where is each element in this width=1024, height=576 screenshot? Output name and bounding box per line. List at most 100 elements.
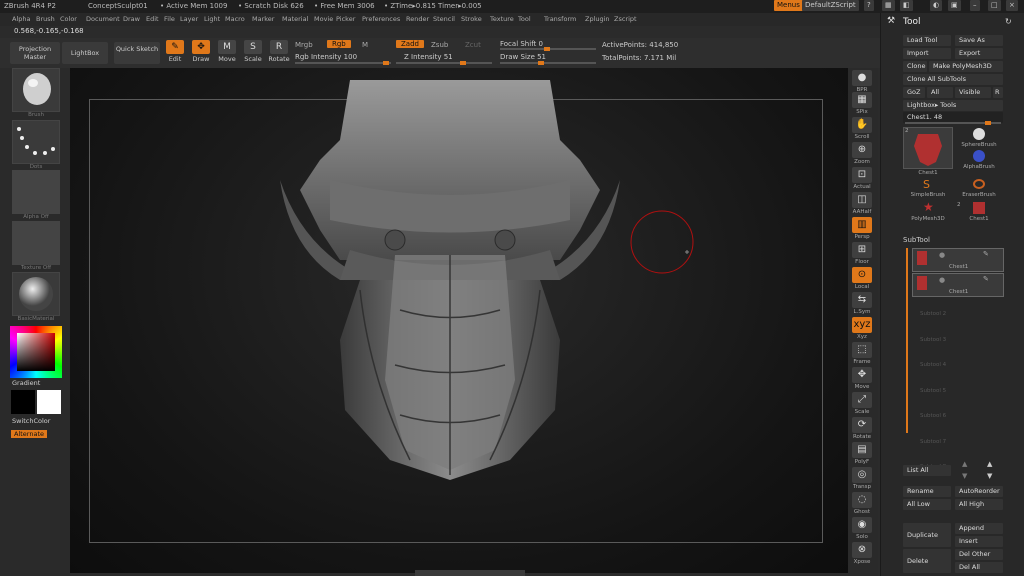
menu-brush[interactable]: Brush xyxy=(36,13,55,26)
menu-material[interactable]: Material xyxy=(282,13,308,26)
tool-simplebrush[interactable]: S SimpleBrush xyxy=(903,178,953,198)
ui-toggle-icon[interactable]: ◐ xyxy=(930,0,943,11)
gradient-button[interactable]: Gradient xyxy=(12,379,40,387)
menu-color[interactable]: Color xyxy=(60,13,77,26)
arrow-down-icon[interactable]: ▼ xyxy=(987,472,992,480)
insert-button[interactable]: Insert xyxy=(955,536,1003,547)
auto-reorder-button[interactable]: AutoReorder xyxy=(955,486,1003,497)
goz-button[interactable]: GoZ xyxy=(903,87,925,98)
quick-sketch-button[interactable]: Quick Sketch xyxy=(114,42,160,64)
eye-icon[interactable]: ● xyxy=(939,276,945,284)
shelf-move-button[interactable]: ✥ Move xyxy=(850,367,874,390)
subtool-empty-slot[interactable]: Subtool 5 xyxy=(912,375,1002,399)
zcut-button[interactable]: Zcut xyxy=(465,41,481,49)
move-button[interactable]: M Move xyxy=(216,40,238,63)
subtool-row[interactable]: ● ✎ Chest1 xyxy=(912,273,1004,297)
subtool-row[interactable]: ● ✎ Chest1 xyxy=(912,248,1004,272)
draw-button[interactable]: ✥ Draw xyxy=(190,40,212,63)
draw-size-track[interactable] xyxy=(500,61,596,65)
minimize-icon[interactable]: – xyxy=(970,0,980,11)
shelf-ghost-button[interactable]: ◌ Ghost xyxy=(850,492,874,515)
all-low-button[interactable]: All Low xyxy=(903,499,951,510)
rgb-button[interactable]: Rgb xyxy=(327,40,351,48)
rgb-intensity-track[interactable] xyxy=(295,61,391,65)
shelf-scale-button[interactable]: ⤢ Scale xyxy=(850,392,874,415)
shelf-spix-button[interactable]: ▦ SPix xyxy=(850,92,874,115)
del-all-button[interactable]: Del All xyxy=(955,562,1003,573)
subtool-section-title[interactable]: SubTool xyxy=(903,236,930,244)
rgb-intensity-slider[interactable]: Rgb Intensity 100 xyxy=(295,53,357,61)
rename-button[interactable]: Rename xyxy=(903,486,951,497)
bottom-scrollbar[interactable] xyxy=(415,570,525,576)
edit-button[interactable]: ✎ Edit xyxy=(164,40,186,63)
menu-marker[interactable]: Marker xyxy=(252,13,274,26)
mrgb-button[interactable]: Mrgb xyxy=(295,41,313,49)
subtool-empty-slot[interactable]: Subtool 7 xyxy=(912,426,1002,450)
menu-draw[interactable]: Draw xyxy=(123,13,140,26)
tool-eraserbrush[interactable]: EraserBrush xyxy=(955,178,1003,198)
tool-polymesh3d[interactable]: ★ PolyMesh3D xyxy=(903,200,953,222)
default-zscript-button[interactable]: DefaultZScript xyxy=(802,0,859,11)
menu-document[interactable]: Document xyxy=(86,13,120,26)
color-saturation-square[interactable] xyxy=(17,333,55,371)
load-tool-button[interactable]: Load Tool xyxy=(903,35,951,46)
alternate-button[interactable]: Alternate xyxy=(11,430,48,438)
menu-tool[interactable]: Tool xyxy=(518,13,531,26)
shelf-xyz-button[interactable]: xyz Xyz xyxy=(850,317,874,340)
subtool-empty-slot[interactable]: Subtool 2 xyxy=(912,298,1002,322)
refresh-icon[interactable]: ↻ xyxy=(1005,17,1012,26)
menu-stencil[interactable]: Stencil xyxy=(433,13,455,26)
shelf-xpose-button[interactable]: ⊗ Xpose xyxy=(850,542,874,565)
menu-render[interactable]: Render xyxy=(406,13,429,26)
brush-edit-icon[interactable]: ✎ xyxy=(983,275,989,283)
arrow-down-icon[interactable]: ▼ xyxy=(962,472,967,480)
make-polymesh-button[interactable]: Make PolyMesh3D xyxy=(929,61,1003,72)
shelf-lsym-button[interactable]: ⇆ L.Sym xyxy=(850,292,874,315)
subtool-empty-slot[interactable]: Subtool 3 xyxy=(912,324,1002,348)
shelf-persp-button[interactable]: ▥ Persp xyxy=(850,217,874,240)
menu-macro[interactable]: Macro xyxy=(225,13,245,26)
duplicate-button[interactable]: Duplicate xyxy=(903,523,951,547)
shelf-frame-button[interactable]: ⬚ Frame xyxy=(850,342,874,365)
menu-alpha[interactable]: Alpha xyxy=(12,13,30,26)
menu-texture[interactable]: Texture xyxy=(490,13,514,26)
tool-alphabrush[interactable]: AlphaBrush xyxy=(955,150,1003,170)
tool-spherebrush[interactable]: SphereBrush xyxy=(955,128,1003,148)
z-intensity-track[interactable] xyxy=(396,61,492,65)
goz-r-button[interactable]: R xyxy=(993,87,1003,98)
menu-picker[interactable]: Picker xyxy=(336,13,355,26)
zsub-button[interactable]: Zsub xyxy=(431,41,448,49)
subtool-empty-slot[interactable]: Subtool 4 xyxy=(912,349,1002,373)
lightbox-tools-button[interactable]: Lightbox▸ Tools xyxy=(903,100,1003,111)
menu-layer[interactable]: Layer xyxy=(180,13,198,26)
shelf-local-button[interactable]: ⊙ Local xyxy=(850,267,874,290)
brush-thumbnail[interactable] xyxy=(12,68,60,112)
brush-edit-icon[interactable]: ✎ xyxy=(983,250,989,258)
menu-edit[interactable]: Edit xyxy=(146,13,159,26)
subtool-scroll-indicator[interactable] xyxy=(906,248,908,433)
append-button[interactable]: Append xyxy=(955,523,1003,534)
save-as-button[interactable]: Save As xyxy=(955,35,1003,46)
list-all-button[interactable]: List All xyxy=(903,465,951,476)
goz-visible-button[interactable]: Visible xyxy=(955,87,991,98)
stroke-thumbnail[interactable] xyxy=(12,120,60,164)
eye-icon[interactable]: ● xyxy=(939,251,945,259)
menu-preferences[interactable]: Preferences xyxy=(362,13,400,26)
rotate-button[interactable]: R Rotate xyxy=(268,40,290,63)
import-button[interactable]: Import xyxy=(903,48,951,59)
all-high-button[interactable]: All High xyxy=(955,499,1003,510)
draw-size-slider[interactable]: Draw Size 51 xyxy=(500,53,546,61)
m-button[interactable]: M xyxy=(362,41,368,49)
shelf-aahalf-button[interactable]: ◫ AAHalf xyxy=(850,192,874,215)
arrow-up-icon[interactable]: ▲ xyxy=(962,460,967,468)
menu-light[interactable]: Light xyxy=(204,13,220,26)
zadd-button[interactable]: Zadd xyxy=(396,40,424,48)
arrow-up-icon[interactable]: ▲ xyxy=(987,460,992,468)
layout-icon[interactable]: ▦ xyxy=(882,0,895,11)
delete-button[interactable]: Delete xyxy=(903,549,951,573)
export-button[interactable]: Export xyxy=(955,48,1003,59)
menu-movie[interactable]: Movie xyxy=(314,13,333,26)
del-other-button[interactable]: Del Other xyxy=(955,549,1003,560)
tool-slider-track[interactable] xyxy=(905,121,1001,125)
subtool-empty-slot[interactable]: Subtool 6 xyxy=(912,400,1002,424)
